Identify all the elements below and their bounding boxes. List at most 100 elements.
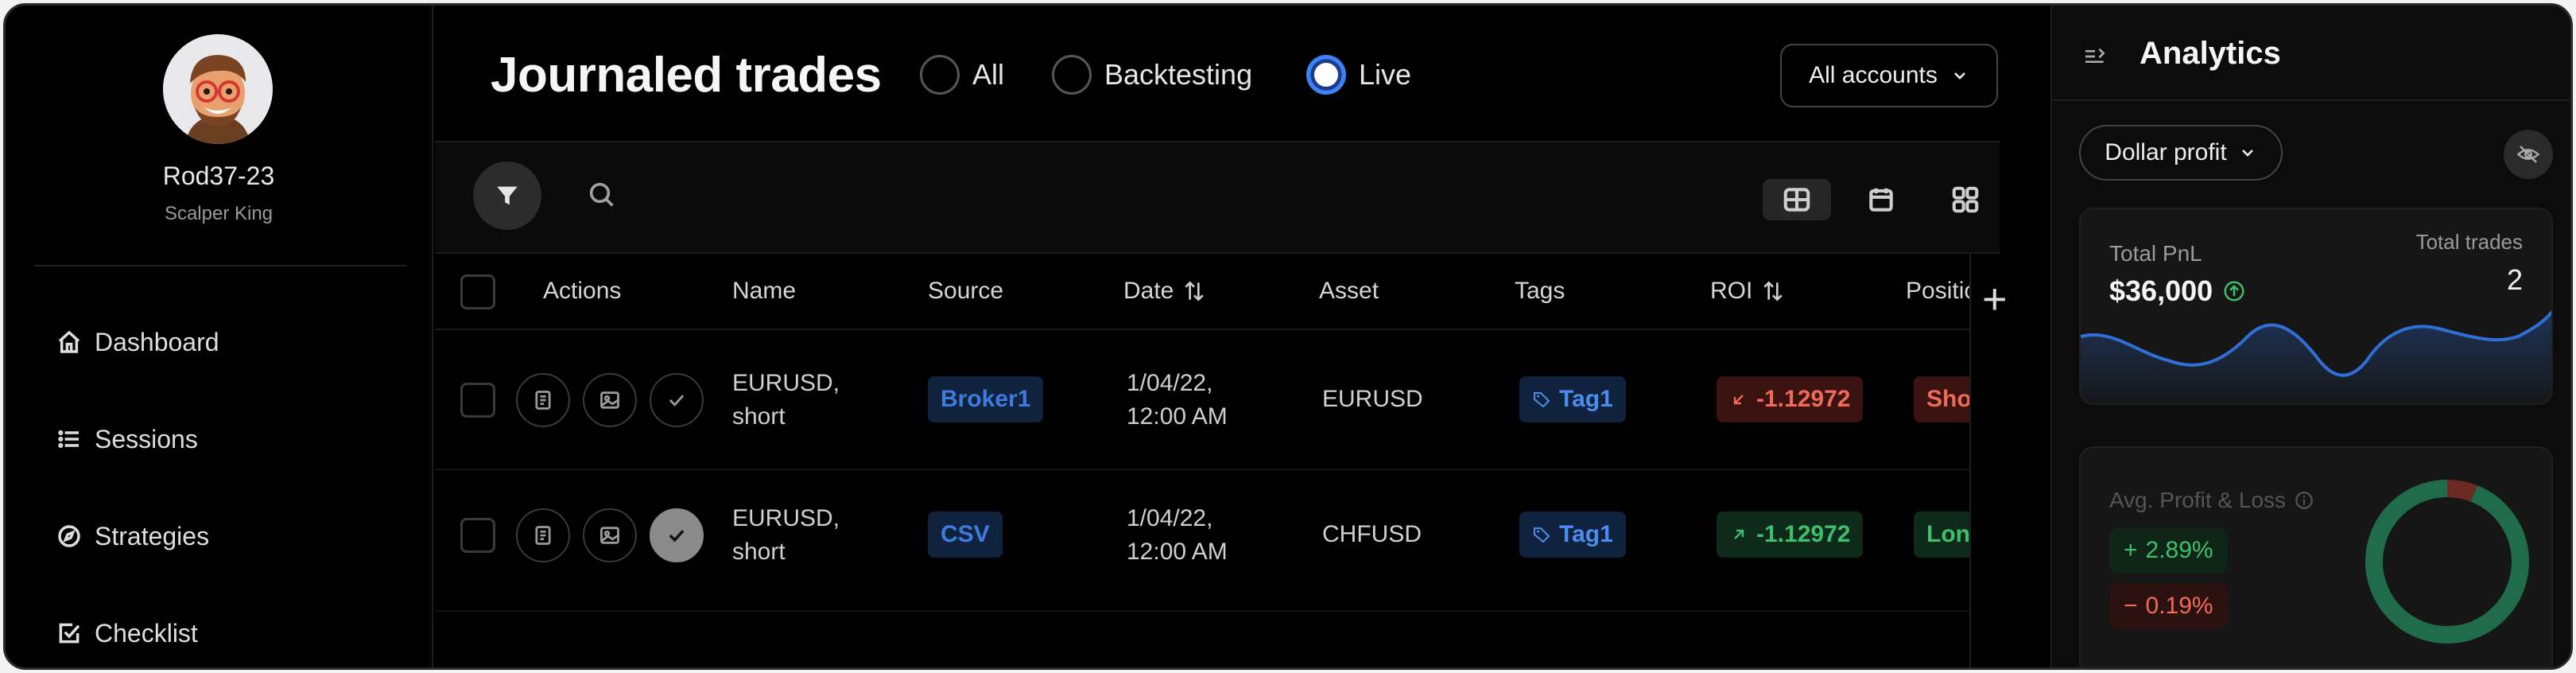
radio-label: Backtesting — [1104, 58, 1253, 91]
tag-icon — [1534, 527, 1550, 543]
compass-icon — [58, 525, 80, 547]
table-row[interactable]: EURUSD, short CSV 1/04/22, 12:00 AM CHFU… — [435, 472, 1969, 612]
grid-view-button[interactable] — [1931, 179, 2000, 220]
journal-button[interactable] — [516, 373, 570, 427]
info-icon[interactable] — [2294, 490, 2314, 511]
arrow-up-circle-icon — [2224, 281, 2244, 301]
journal-button[interactable] — [516, 508, 570, 562]
analytics-title: Analytics — [2140, 36, 2281, 71]
trade-name-line: EURUSD, — [732, 505, 840, 531]
row-checkbox[interactable] — [460, 518, 495, 553]
trade-date-line: 1/04/22, — [1127, 505, 1213, 531]
radio-label: Live — [1359, 58, 1412, 91]
image-icon — [600, 527, 619, 544]
trade-name: EURUSD, short — [732, 502, 840, 569]
add-column-button[interactable]: + — [1982, 274, 2008, 324]
collapse-panel-icon[interactable] — [2082, 44, 2108, 69]
user-name: Rod37-23 — [162, 161, 275, 190]
avg-loss-value: 0.19% — [2145, 593, 2213, 619]
sort-icon[interactable] — [1181, 278, 1207, 304]
total-trades-value: 2 — [2506, 263, 2523, 296]
roi-value: -1.12972 — [1756, 521, 1851, 547]
filter-all-radio[interactable]: All — [920, 55, 1004, 95]
pnl-amount: $36,000 — [2109, 274, 2213, 307]
app-window: Rod37-23 Scalper King Dashboard Sessions… — [3, 3, 2573, 670]
avg-pl-label: Avg. Profit & Loss — [2109, 488, 2314, 513]
tag-label: Tag1 — [1559, 521, 1613, 547]
column-header-tags[interactable]: Tags — [1515, 278, 1565, 305]
eye-off-icon — [2516, 146, 2540, 163]
avatar[interactable] — [163, 34, 273, 144]
filter-backtesting-radio[interactable]: Backtesting — [1052, 55, 1252, 95]
grid-icon — [1952, 186, 1979, 213]
mark-complete-button[interactable] — [650, 508, 704, 562]
sidebar-item-dashboard[interactable]: Dashboard — [56, 322, 219, 362]
column-header-date[interactable]: Date — [1123, 278, 1207, 305]
trade-name-line: short — [732, 539, 786, 565]
filter-icon — [497, 186, 518, 205]
column-header-roi[interactable]: ROI — [1710, 278, 1786, 305]
sidebar-item-sessions[interactable]: Sessions — [56, 419, 198, 459]
radio-indicator — [1052, 55, 1092, 95]
avg-profit-value: 2.89% — [2145, 537, 2213, 563]
trade-date-line: 12:00 AM — [1127, 403, 1228, 430]
table-view-button[interactable] — [1763, 179, 1831, 220]
tag-badge[interactable]: Tag1 — [1519, 376, 1626, 422]
trade-name-line: short — [732, 403, 786, 430]
table-row[interactable]: EURUSD, short Broker1 1/04/22, 12:00 AM … — [435, 330, 1969, 470]
sidebar-item-checklist[interactable]: Checklist — [56, 613, 198, 653]
trades-main: Journaled trades All Backtesting Live Al… — [435, 6, 2008, 667]
tag-label: Tag1 — [1559, 386, 1613, 412]
metric-dropdown[interactable]: Dollar profit — [2079, 125, 2283, 181]
tag-icon — [1534, 392, 1550, 408]
donut-profit-segment — [2365, 480, 2529, 644]
accounts-dropdown[interactable]: All accounts — [1780, 44, 1998, 107]
mark-complete-button[interactable] — [650, 373, 704, 427]
trade-asset: EURUSD — [1322, 386, 1423, 412]
column-header-source[interactable]: Source — [928, 278, 1003, 305]
trade-date-line: 12:00 AM — [1127, 539, 1228, 565]
sidebar-divider — [34, 265, 406, 266]
sidebar-item-label: Dashboard — [95, 327, 219, 356]
calendar-view-button[interactable] — [1847, 179, 1915, 220]
radio-label: All — [972, 58, 1005, 91]
trade-date: 1/04/22, 12:00 AM — [1127, 502, 1228, 569]
column-header-label: ROI — [1710, 278, 1753, 304]
column-header-asset[interactable]: Asset — [1319, 278, 1379, 305]
screenshot-button[interactable] — [583, 508, 637, 562]
filter-live-radio[interactable]: Live — [1306, 55, 1411, 95]
position-badge: Long — [1914, 512, 1969, 558]
sidebar-item-label: Checklist — [95, 618, 198, 648]
screenshot-button[interactable] — [583, 373, 637, 427]
notebook-icon — [535, 526, 551, 545]
arrow-up-right-icon — [1734, 529, 1744, 539]
column-header-position[interactable]: Position — [1906, 278, 1969, 305]
sidebar-item-strategies[interactable]: Strategies — [56, 516, 209, 556]
search-icon[interactable] — [586, 179, 618, 211]
table-icon — [1783, 188, 1810, 212]
source-badge: Broker1 — [928, 376, 1044, 422]
column-header-name[interactable]: Name — [732, 278, 796, 305]
sort-icon[interactable] — [1760, 278, 1786, 304]
filter-button[interactable] — [473, 161, 541, 230]
trade-date-line: 1/04/22, — [1127, 370, 1213, 396]
avg-profit-pill: + 2.89% — [2109, 527, 2228, 574]
roi-badge: -1.12972 — [1717, 376, 1864, 422]
position-badge: Short — [1914, 376, 1969, 422]
plus-icon: + — [2124, 537, 2138, 563]
total-pnl-label: Total PnL — [2109, 241, 2202, 266]
total-trades-label: Total trades — [2415, 230, 2523, 254]
row-checkbox[interactable] — [460, 383, 495, 418]
radio-indicator-selected — [1306, 55, 1346, 95]
sidebar: Rod37-23 Scalper King Dashboard Sessions… — [6, 6, 433, 667]
position-cell: Short — [1914, 376, 1969, 422]
sidebar-item-label: Sessions — [95, 424, 198, 453]
roi-badge: -1.12972 — [1717, 512, 1864, 558]
hide-values-button[interactable] — [2504, 130, 2553, 179]
analytics-panel: Analytics Dollar profit Total PnL Total … — [2050, 6, 2570, 667]
tag-badge[interactable]: Tag1 — [1519, 512, 1626, 558]
trade-name: EURUSD, short — [732, 367, 840, 434]
column-header-label: Date — [1123, 278, 1174, 304]
select-all-checkbox[interactable] — [460, 274, 495, 309]
trade-asset: CHFUSD — [1322, 521, 1422, 547]
